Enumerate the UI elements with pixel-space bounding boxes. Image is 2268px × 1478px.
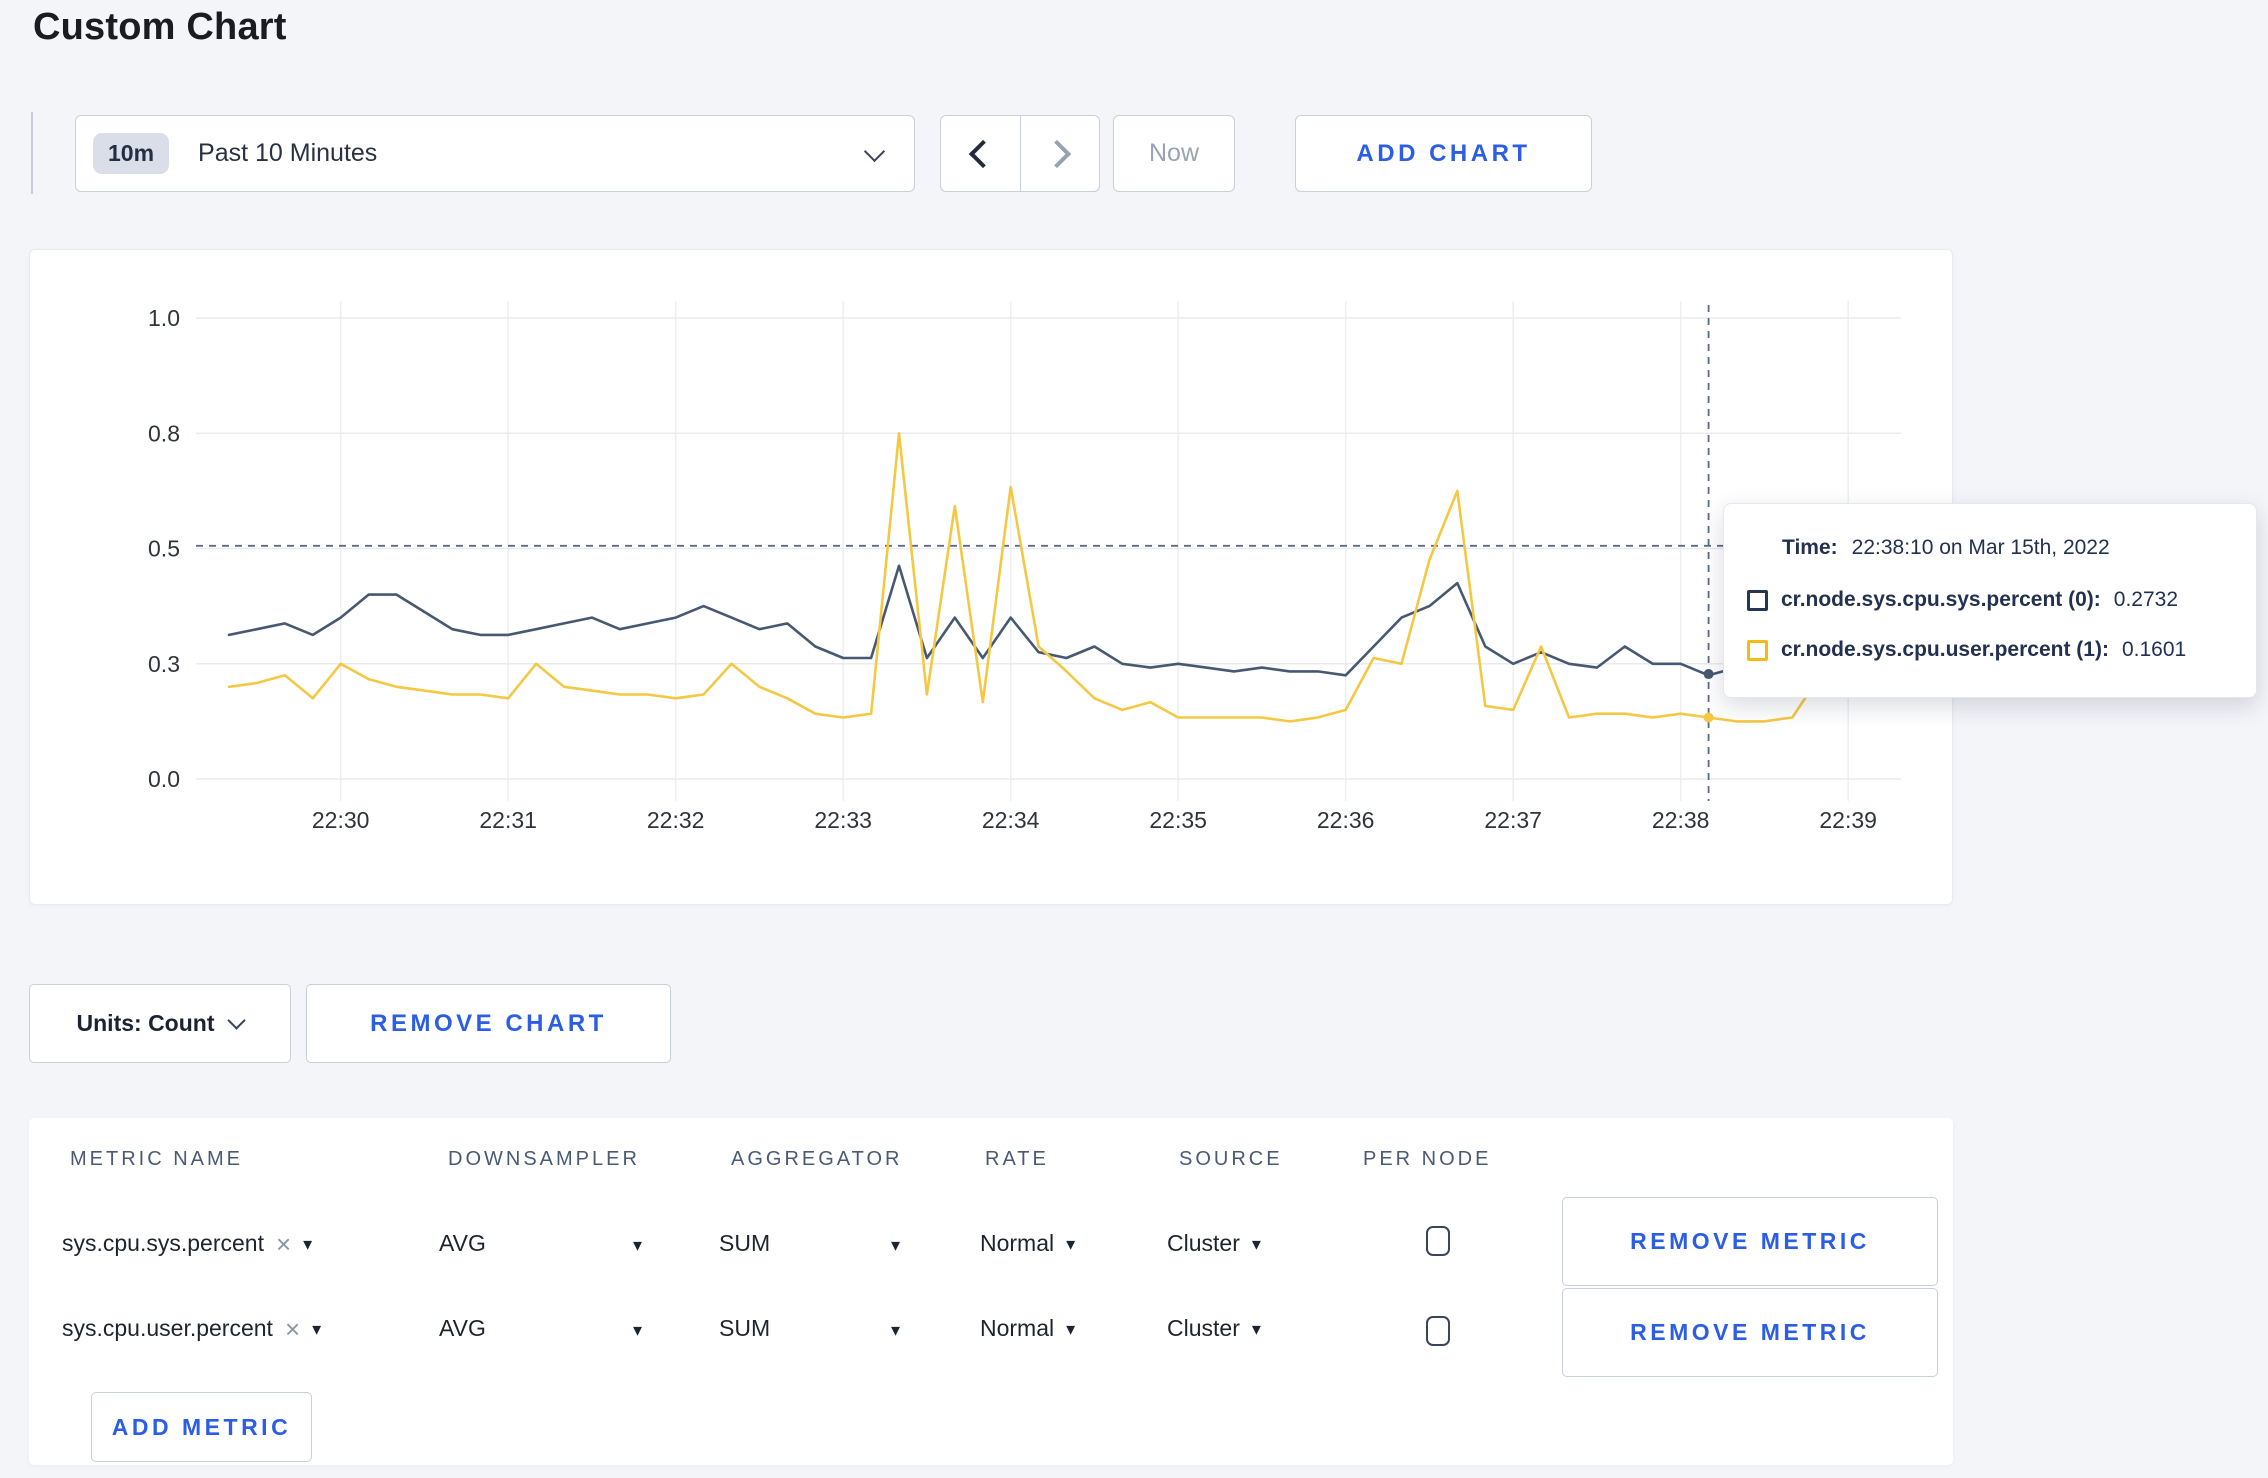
rate-select[interactable]: Normal ▾: [980, 1315, 1075, 1342]
svg-text:22:35: 22:35: [1149, 807, 1207, 833]
svg-text:0.3: 0.3: [148, 651, 180, 677]
add-metric-label: ADD METRIC: [111, 1413, 292, 1440]
remove-metric-label: REMOVE METRIC: [1630, 1319, 1870, 1345]
time-window-label: Past 10 Minutes: [198, 139, 378, 167]
svg-text:0.0: 0.0: [148, 766, 180, 792]
tooltip-time-row: Time: 22:38:10 on Mar 15th, 2022: [1782, 536, 2110, 560]
source-select[interactable]: Cluster ▾: [1167, 1315, 1261, 1342]
clear-metric-x-icon[interactable]: ×: [276, 1231, 291, 1257]
add-metric-button[interactable]: ADD METRIC: [91, 1392, 312, 1462]
per-node-checkbox[interactable]: [1426, 1226, 1450, 1256]
source-select[interactable]: Cluster ▾: [1167, 1230, 1261, 1257]
now-button[interactable]: Now: [1113, 115, 1235, 192]
add-chart-label: ADD CHART: [1356, 139, 1531, 167]
svg-text:0.8: 0.8: [148, 420, 180, 446]
custom-chart-page: Custom Chart 10m Past 10 Minutes Now ADD…: [0, 0, 2268, 1478]
aggregator-select[interactable]: SUM: [719, 1230, 770, 1257]
col-header-metric-name: METRIC NAME: [70, 1148, 243, 1170]
time-pager: [940, 115, 1100, 192]
chevron-right-icon: [1042, 139, 1071, 168]
chevron-left-icon: [969, 139, 998, 168]
time-window-badge: 10m: [93, 133, 170, 174]
tooltip-time-value: 22:38:10 on Mar 15th, 2022: [1851, 536, 2110, 559]
rate-select[interactable]: Normal ▾: [980, 1230, 1075, 1257]
metric-name-value: sys.cpu.sys.percent: [62, 1230, 264, 1256]
timeseries-chart[interactable]: 22:30 22:31 22:32 22:33 22:34 22:35 22:36 22:37…: [30, 250, 1954, 906]
tooltip-series-value: 0.1601: [2121, 638, 2187, 661]
aggregator-select[interactable]: SUM: [719, 1315, 770, 1342]
col-header-rate: RATE: [985, 1148, 1049, 1170]
page-title: Custom Chart: [33, 6, 287, 48]
per-node-checkbox[interactable]: [1426, 1316, 1450, 1346]
caret-down-icon: ▾: [1251, 1233, 1261, 1254]
remove-metric-button[interactable]: REMOVE METRIC: [1562, 1197, 1938, 1286]
svg-text:22:38: 22:38: [1652, 807, 1710, 833]
svg-text:22:32: 22:32: [647, 807, 705, 833]
svg-text:22:39: 22:39: [1819, 807, 1877, 833]
chart-tooltip: Time: 22:38:10 on Mar 15th, 2022 cr.node.…: [1723, 503, 2257, 698]
prev-time-button[interactable]: [941, 116, 1020, 191]
tooltip-series-label: cr.node.sys.cpu.sys.percent (0):: [1781, 588, 2101, 611]
caret-down-icon[interactable]: ▾: [633, 1236, 642, 1254]
remove-chart-button[interactable]: REMOVE CHART: [306, 984, 671, 1063]
metric-name-dropdown[interactable]: sys.cpu.user.percent × ▾: [62, 1315, 321, 1342]
caret-down-icon[interactable]: ▾: [891, 1236, 900, 1254]
svg-text:22:37: 22:37: [1484, 807, 1542, 833]
svg-text:22:31: 22:31: [479, 807, 537, 833]
col-header-source: SOURCE: [1179, 1148, 1283, 1170]
user-series-swatch-icon: [1747, 639, 1768, 661]
col-header-per-node: PER NODE: [1363, 1148, 1492, 1170]
svg-text:22:33: 22:33: [814, 807, 872, 833]
rate-value: Normal: [980, 1230, 1055, 1256]
rate-value: Normal: [980, 1315, 1055, 1341]
tooltip-time-label: Time:: [1782, 536, 1838, 559]
add-chart-button[interactable]: ADD CHART: [1295, 115, 1592, 192]
chevron-down-icon: [227, 1011, 247, 1030]
col-header-aggregator: AGGREGATOR: [731, 1148, 903, 1170]
svg-text:22:36: 22:36: [1317, 807, 1375, 833]
aggregator-value: SUM: [719, 1315, 771, 1341]
next-time-button[interactable]: [1019, 116, 1100, 191]
toolbar-divider: [31, 112, 33, 194]
downsampler-select[interactable]: AVG: [439, 1315, 486, 1342]
tooltip-series-label: cr.node.sys.cpu.user.percent (1):: [1781, 638, 2109, 661]
svg-text:0.5: 0.5: [148, 536, 180, 562]
source-value: Cluster: [1167, 1315, 1240, 1341]
caret-down-icon[interactable]: ▾: [891, 1321, 900, 1339]
time-window-dropdown[interactable]: 10m Past 10 Minutes: [75, 115, 915, 192]
caret-down-icon[interactable]: ▾: [633, 1321, 642, 1339]
metric-name-dropdown[interactable]: sys.cpu.sys.percent × ▾: [62, 1230, 312, 1257]
units-dropdown[interactable]: Units: Count: [29, 984, 291, 1063]
tooltip-series-row: cr.node.sys.cpu.sys.percent (0): 0.2732: [1747, 588, 2178, 612]
clear-metric-x-icon[interactable]: ×: [285, 1316, 300, 1342]
source-value: Cluster: [1167, 1230, 1240, 1256]
remove-metric-button[interactable]: REMOVE METRIC: [1562, 1288, 1938, 1377]
aggregator-value: SUM: [719, 1230, 771, 1256]
timeseries-chart-card: 22:30 22:31 22:32 22:33 22:34 22:35 22:36 22:37…: [29, 249, 1953, 905]
metric-name-value: sys.cpu.user.percent: [62, 1315, 273, 1341]
caret-down-icon: ▾: [312, 1318, 322, 1339]
downsampler-value: AVG: [439, 1230, 486, 1256]
svg-text:22:34: 22:34: [982, 807, 1040, 833]
svg-text:1.0: 1.0: [148, 305, 180, 331]
caret-down-icon: ▾: [1066, 1233, 1076, 1254]
downsampler-value: AVG: [439, 1315, 486, 1341]
chevron-down-icon: [863, 140, 886, 163]
caret-down-icon: ▾: [1066, 1318, 1076, 1339]
tooltip-series-row: cr.node.sys.cpu.user.percent (1): 0.1601: [1747, 638, 2186, 662]
col-header-downsampler: DOWNSAMPLER: [448, 1148, 640, 1170]
sys-series-swatch-icon: [1747, 589, 1768, 611]
caret-down-icon: ▾: [1251, 1318, 1261, 1339]
tooltip-series-value: 0.2732: [2113, 588, 2179, 611]
remove-chart-label: REMOVE CHART: [370, 1009, 607, 1037]
downsampler-select[interactable]: AVG: [439, 1230, 486, 1257]
units-label: Units: Count: [76, 1010, 215, 1036]
remove-metric-label: REMOVE METRIC: [1630, 1228, 1870, 1254]
caret-down-icon: ▾: [303, 1233, 313, 1254]
svg-text:22:30: 22:30: [312, 807, 370, 833]
